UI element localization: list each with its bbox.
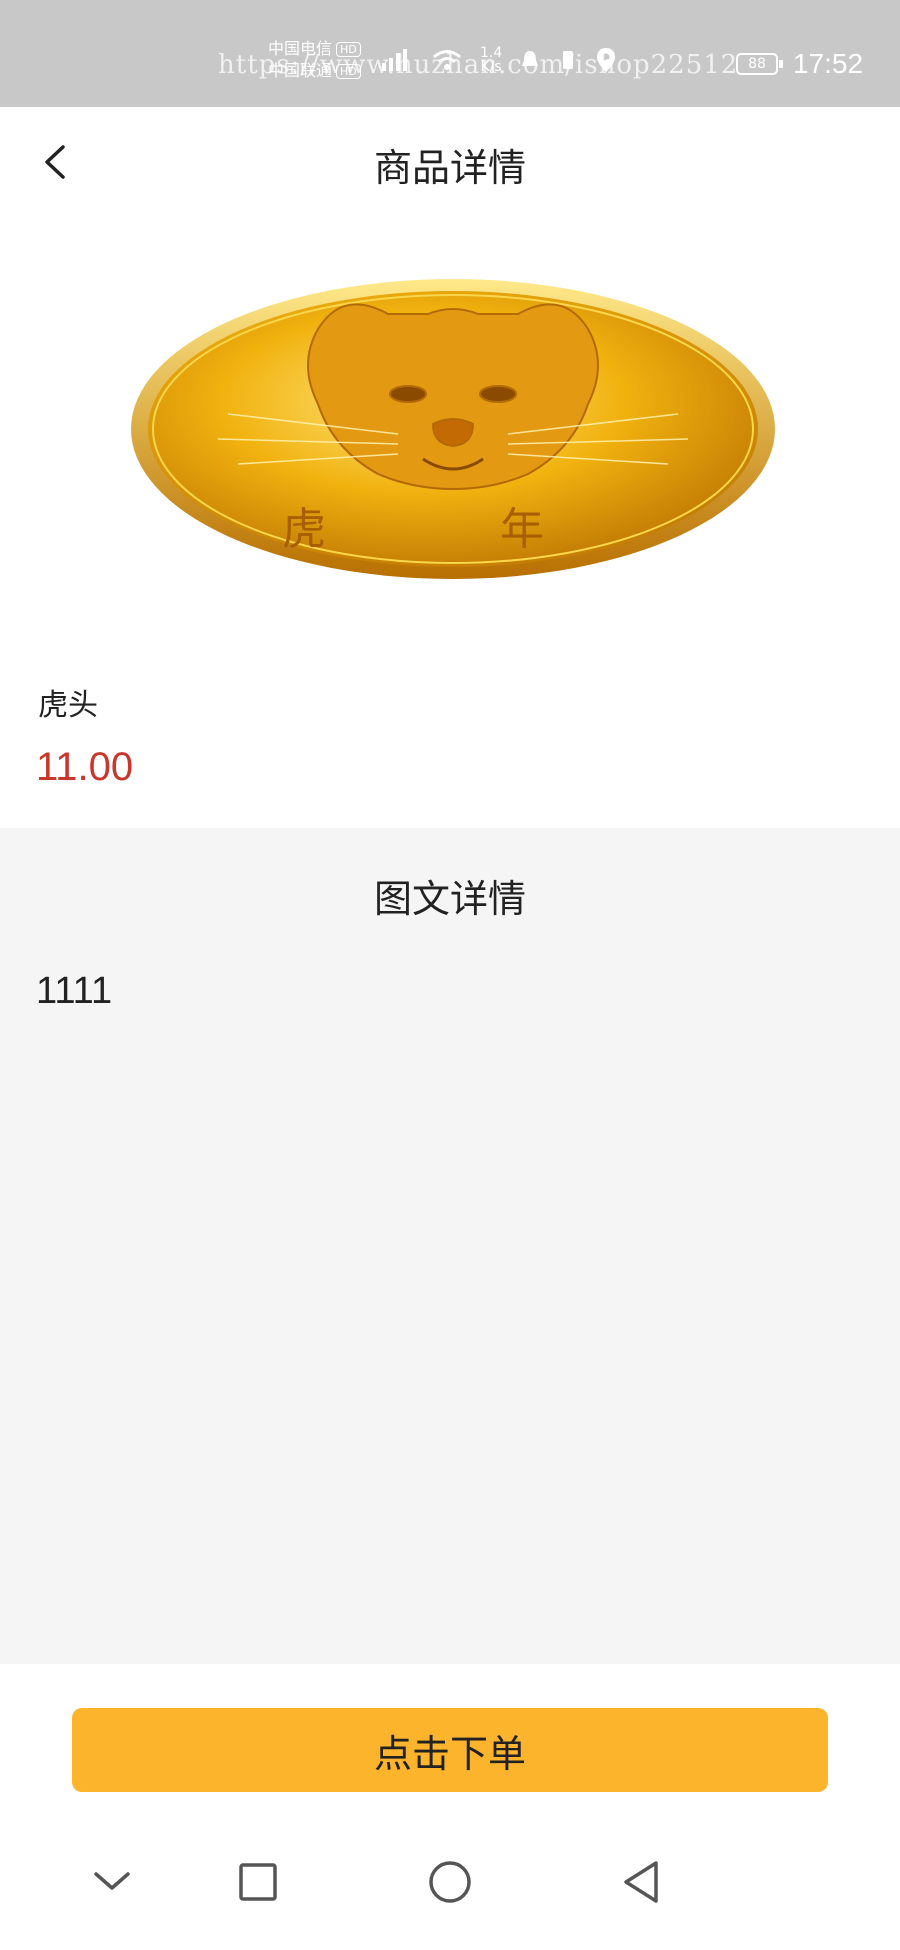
status-bar: 中国电信 HD 中国联通 HD 1.4 K/s https://www.huzhan.…: [0, 0, 900, 107]
page-title: 商品详情: [373, 146, 526, 190]
place-order-button[interactable]: 点击下单: [72, 1708, 828, 1792]
chevron-down-icon: [94, 1872, 130, 1890]
detail-section: 图文详情 1111: [0, 828, 900, 1664]
detail-title: 图文详情: [373, 877, 526, 921]
battery-icon: 88: [736, 53, 783, 75]
nav-back-button[interactable]: [610, 1850, 674, 1914]
order-bar: 点击下单: [0, 1664, 900, 1814]
coin-inscription: 虎 年: [282, 504, 624, 555]
triangle-back-icon: [624, 1861, 658, 1903]
watermark-text: https://www.huzhan.com/ishop22512: [218, 50, 739, 80]
product-image: 虎 年: [131, 279, 775, 579]
nav-recents-button[interactable]: [226, 1850, 290, 1914]
clock: 17:52: [793, 48, 864, 79]
square-icon: [239, 1863, 277, 1901]
nav-home-button[interactable]: [418, 1850, 482, 1914]
detail-content: 1111: [36, 970, 113, 1012]
product-price: 11.00: [36, 745, 134, 789]
nav-hide-button[interactable]: [80, 1850, 144, 1914]
circle-icon: [429, 1861, 471, 1903]
navigation-bar: [0, 1814, 900, 1950]
header: 商品详情: [0, 107, 900, 219]
product-name: 虎头: [38, 688, 98, 723]
